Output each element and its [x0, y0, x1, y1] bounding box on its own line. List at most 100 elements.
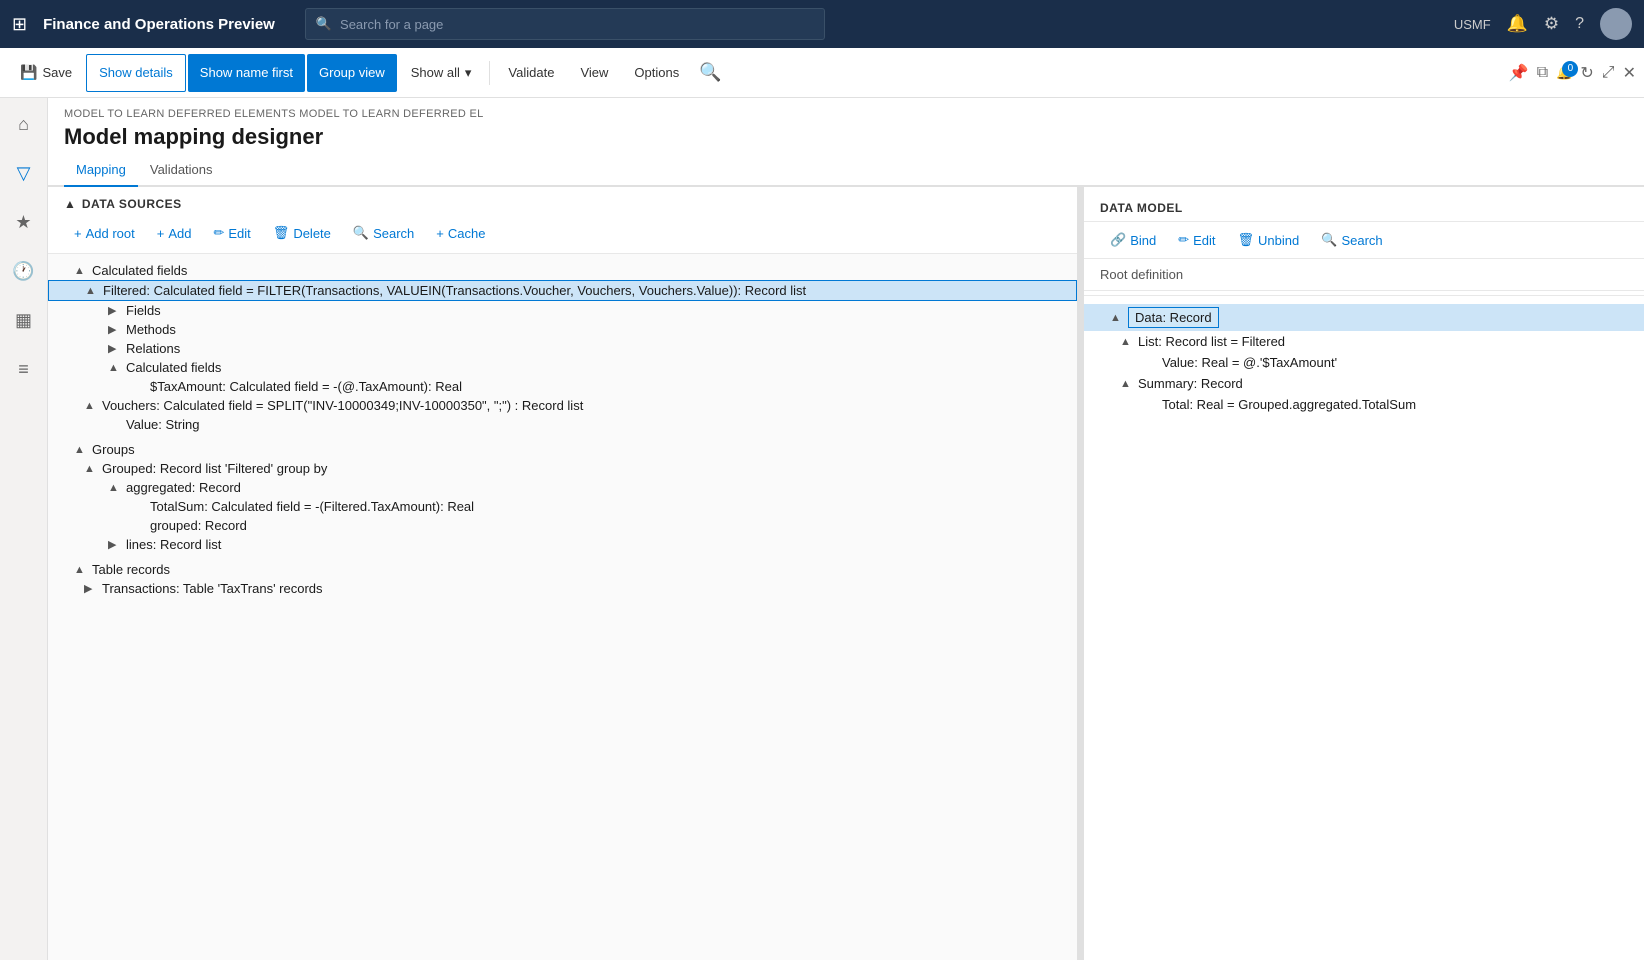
global-search-input[interactable] [340, 17, 814, 32]
expand-groups-icon[interactable]: ▲ [74, 444, 88, 456]
main-content: MODEL TO LEARN DEFERRED ELEMENTS MODEL T… [48, 98, 1644, 960]
save-icon: 💾 [20, 64, 37, 81]
view-button[interactable]: View [568, 54, 620, 92]
toolbar-search-icon[interactable]: 🔍 [693, 56, 727, 89]
badge-count: 0 [1562, 61, 1578, 77]
dm-tree-area[interactable]: ▲ Data: Record ▲ List: Record list = Fil… [1084, 300, 1644, 960]
expand-lines-icon[interactable]: ▶ [108, 538, 122, 551]
dm-row-list[interactable]: ▲ List: Record list = Filtered [1084, 331, 1644, 352]
unbind-button[interactable]: 🗑 Unbind [1228, 228, 1310, 252]
tree-row-methods[interactable]: ▶ Methods [48, 320, 1077, 339]
expand-filtered-icon[interactable]: ▲ [85, 285, 99, 297]
tree-row-transactions[interactable]: ▶ Transactions: Table 'TaxTrans' records [48, 579, 1077, 598]
dm-edit-button[interactable]: ✏ Edit [1168, 228, 1225, 252]
data-sources-header: ▲ DATA SOURCES [48, 187, 1077, 217]
tree-row-vouchers[interactable]: ▲ Vouchers: Calculated field = SPLIT("IN… [48, 396, 1077, 415]
save-button[interactable]: 💾 Save [8, 54, 84, 92]
expand-relations-icon[interactable]: ▶ [108, 342, 122, 355]
expand-calculated-fields-icon[interactable]: ▲ [74, 265, 88, 277]
tree-row-value-string[interactable]: Value: String [48, 415, 1077, 434]
pin-icon[interactable]: 📌 [1509, 63, 1529, 83]
sidebar-calendar-icon[interactable]: ▦ [9, 304, 38, 337]
dm-row-summary[interactable]: ▲ Summary: Record [1084, 373, 1644, 394]
ds-expand-arrow[interactable]: ▲ [64, 197, 76, 211]
validate-button[interactable]: Validate [496, 54, 566, 92]
dm-expand-data-icon[interactable]: ▲ [1110, 312, 1124, 324]
help-icon[interactable]: ? [1575, 15, 1584, 33]
top-navigation: ⊞ Finance and Operations Preview 🔍 USMF … [0, 0, 1644, 48]
user-label: USMF [1454, 17, 1491, 32]
tree-row-table-records[interactable]: ▲ Table records [48, 560, 1077, 579]
show-name-first-button[interactable]: Show name first [188, 54, 305, 92]
app-grid-icon[interactable]: ⊞ [12, 14, 27, 35]
search-magnifier-icon: 🔍 [353, 225, 369, 241]
edit-pencil-icon: ✏ [213, 225, 224, 241]
close-icon[interactable]: ✕ [1623, 63, 1636, 83]
expand-transactions-icon[interactable]: ▶ [84, 582, 98, 595]
group-view-button[interactable]: Group view [307, 54, 397, 92]
dm-row-data-record[interactable]: ▲ Data: Record [1084, 304, 1644, 331]
add-root-button[interactable]: + Add root [64, 222, 145, 245]
bell-icon[interactable]: 🔔 [1507, 14, 1528, 34]
sidebar-filter-icon[interactable]: ▽ [11, 157, 37, 190]
tree-row-aggregated[interactable]: ▲ aggregated: Record [48, 478, 1077, 497]
dm-expand-list-icon[interactable]: ▲ [1120, 336, 1134, 348]
tree-row-fields[interactable]: ▶ Fields [48, 301, 1077, 320]
tree-row-calc-inner[interactable]: ▲ Calculated fields [48, 358, 1077, 377]
sidebar-list-icon[interactable]: ≡ [12, 353, 35, 386]
avatar[interactable] [1600, 8, 1632, 40]
dm-search-icon: 🔍 [1321, 232, 1337, 248]
edit-button[interactable]: ✏ Edit [203, 221, 260, 245]
tree-row-grouped[interactable]: ▲ Grouped: Record list 'Filtered' group … [48, 459, 1077, 478]
expand-fields-icon[interactable]: ▶ [108, 304, 122, 317]
expand-grouped-icon[interactable]: ▲ [84, 463, 98, 475]
tab-validations[interactable]: Validations [138, 154, 225, 187]
gear-icon[interactable]: ⚙ [1544, 14, 1559, 34]
copy-icon[interactable]: ⧉ [1537, 64, 1548, 82]
tree-node-calculated-fields: ▲ Calculated fields ▲ Filtered: Calculat… [48, 258, 1077, 437]
breadcrumb: MODEL TO LEARN DEFERRED ELEMENTS MODEL T… [64, 108, 1628, 120]
dm-row-total-real[interactable]: Total: Real = Grouped.aggregated.TotalSu… [1084, 394, 1644, 415]
toolbar-separator-1 [489, 61, 490, 85]
sidebar-home-icon[interactable]: ⌂ [12, 108, 35, 141]
add-plus-icon: + [157, 226, 165, 241]
tab-mapping[interactable]: Mapping [64, 154, 138, 187]
tree-row-tax-amount[interactable]: $TaxAmount: Calculated field = -(@.TaxAm… [48, 377, 1077, 396]
delete-button[interactable]: 🗑 Delete [263, 221, 341, 245]
search-button[interactable]: 🔍 Search [343, 221, 424, 245]
dm-row-value-real[interactable]: Value: Real = @.'$TaxAmount' [1084, 352, 1644, 373]
add-button[interactable]: + Add [147, 222, 202, 245]
refresh-icon[interactable]: ↻ [1580, 63, 1593, 83]
expand-calc-inner-icon[interactable]: ▲ [108, 362, 122, 374]
tree-node-groups: ▲ Groups ▲ Grouped: Record list 'Filtere… [48, 437, 1077, 557]
expand-aggregated-icon[interactable]: ▲ [108, 482, 122, 494]
show-all-button[interactable]: Show all ▾ [399, 54, 484, 92]
bind-button[interactable]: 🔗 Bind [1100, 228, 1166, 252]
global-search-bar[interactable]: 🔍 [305, 8, 825, 40]
ds-tree-area[interactable]: ▲ Calculated fields ▲ Filtered: Calculat… [48, 254, 1077, 960]
dm-expand-summary-icon[interactable]: ▲ [1120, 378, 1134, 390]
search-icon: 🔍 [316, 16, 332, 32]
expand-vouchers-icon[interactable]: ▲ [84, 400, 98, 412]
chevron-down-icon: ▾ [465, 65, 472, 81]
tree-row-groups[interactable]: ▲ Groups [48, 440, 1077, 459]
tree-row-totalsum[interactable]: TotalSum: Calculated field = -(Filtered.… [48, 497, 1077, 516]
expand-icon[interactable]: ⤢ [1602, 64, 1615, 82]
tree-row-calculated-fields[interactable]: ▲ Calculated fields [48, 261, 1077, 280]
notification-badge[interactable]: 🔔 0 [1556, 65, 1572, 81]
dm-search-button[interactable]: 🔍 Search [1311, 228, 1392, 252]
sidebar-star-icon[interactable]: ★ [9, 206, 37, 239]
tree-row-grouped-inner[interactable]: grouped: Record [48, 516, 1077, 535]
data-model-panel: DATA MODEL 🔗 Bind ✏ Edit 🗑 Unbind [1084, 187, 1644, 960]
tree-node-table-records: ▲ Table records ▶ Transactions: Table 'T… [48, 557, 1077, 601]
expand-methods-icon[interactable]: ▶ [108, 323, 122, 336]
dm-header: DATA MODEL [1084, 187, 1644, 222]
tree-row-relations[interactable]: ▶ Relations [48, 339, 1077, 358]
options-button[interactable]: Options [622, 54, 691, 92]
tree-row-filtered[interactable]: ▲ Filtered: Calculated field = FILTER(Tr… [48, 280, 1077, 301]
sidebar-clock-icon[interactable]: 🕐 [6, 255, 40, 288]
tree-row-lines[interactable]: ▶ lines: Record list [48, 535, 1077, 554]
expand-table-records-icon[interactable]: ▲ [74, 564, 88, 576]
show-details-button[interactable]: Show details [86, 54, 186, 92]
cache-button[interactable]: + Cache [426, 222, 495, 245]
